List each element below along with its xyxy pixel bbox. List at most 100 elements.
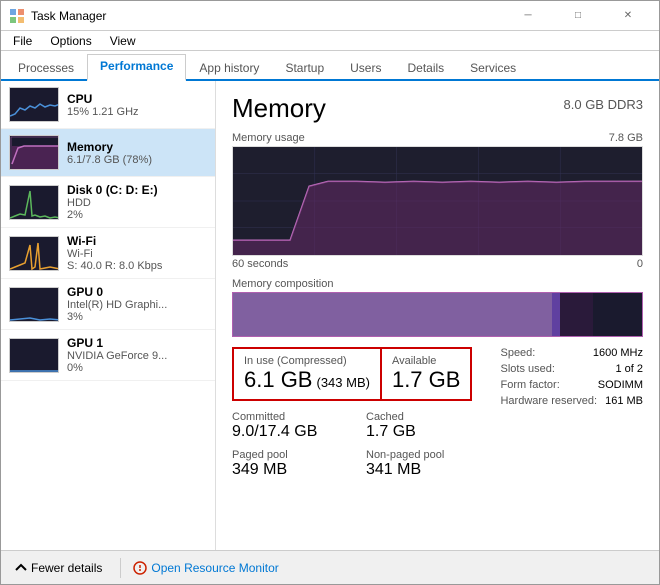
wifi-mini-chart xyxy=(9,236,59,271)
minimize-button[interactable]: ─ xyxy=(505,1,551,31)
disk-usage: 2% xyxy=(67,209,207,221)
comp-standby xyxy=(560,293,593,336)
tab-startup[interactable]: Startup xyxy=(272,56,337,81)
non-paged-pool-label: Non-paged pool xyxy=(366,449,492,461)
sidebar-item-wifi[interactable]: Wi-Fi Wi-Fi S: 40.0 R: 8.0 Kbps xyxy=(1,228,215,279)
memory-sidebar-info: Memory 6.1/7.8 GB (78%) xyxy=(67,140,207,166)
hw-reserved-label: Hardware reserved: xyxy=(500,395,597,407)
in-use-value: 6.1 GB xyxy=(244,367,312,393)
memory-usage-chart xyxy=(232,146,643,256)
title-bar-left: Task Manager xyxy=(9,8,106,24)
time-start: 60 seconds xyxy=(232,258,288,270)
title-bar: Task Manager ─ □ ✕ xyxy=(1,1,659,31)
window-title: Task Manager xyxy=(31,9,106,23)
composition-section: Memory composition xyxy=(232,278,643,337)
speed-label: Speed: xyxy=(500,347,535,359)
committed-stat: Committed 9.0/17.4 GB xyxy=(232,411,358,441)
right-stats-panel: Speed: 1600 MHz Slots used: 1 of 2 Form … xyxy=(500,347,643,411)
sidebar: CPU 15% 1.21 GHz Memory 6.1/7.8 GB (78 xyxy=(1,81,216,550)
app-icon xyxy=(9,8,25,24)
sidebar-item-memory[interactable]: Memory 6.1/7.8 GB (78%) xyxy=(1,129,215,177)
disk-sidebar-info: Disk 0 (C: D: E:) HDD 2% xyxy=(67,183,207,221)
form-value: SODIMM xyxy=(598,379,643,391)
cached-stat: Cached 1.7 GB xyxy=(366,411,492,441)
in-use-compressed: (343 MB) xyxy=(316,375,369,390)
detail-panel: Memory 8.0 GB DDR3 Memory usage 7.8 GB xyxy=(216,81,659,550)
tab-services[interactable]: Services xyxy=(457,56,529,81)
available-label: Available xyxy=(392,355,460,367)
stats-container: In use (Compressed) 6.1 GB (343 MB) Avai… xyxy=(232,347,643,401)
sidebar-item-gpu1[interactable]: GPU 1 NVIDIA GeForce 9... 0% xyxy=(1,330,215,381)
form-label: Form factor: xyxy=(500,379,559,391)
time-end: 0 xyxy=(637,258,643,270)
non-paged-pool-value: 341 MB xyxy=(366,461,492,479)
wifi-speed: S: 40.0 R: 8.0 Kbps xyxy=(67,260,207,272)
usage-chart-section: Memory usage 7.8 GB xyxy=(232,132,643,270)
paged-pool-value: 349 MB xyxy=(232,461,358,479)
cpu-subtitle: 15% 1.21 GHz xyxy=(67,106,207,118)
close-button[interactable]: ✕ xyxy=(605,1,651,31)
gpu1-mini-chart xyxy=(9,338,59,373)
detail-subtitle: 8.0 GB DDR3 xyxy=(564,97,643,112)
speed-row: Speed: 1600 MHz xyxy=(500,347,643,359)
menu-options[interactable]: Options xyxy=(42,32,99,50)
wifi-title: Wi-Fi xyxy=(67,234,207,248)
gpu0-subtitle: Intel(R) HD Graphi... xyxy=(67,299,207,311)
form-row: Form factor: SODIMM xyxy=(500,379,643,391)
paged-pool-stat: Paged pool 349 MB xyxy=(232,449,358,479)
hw-reserved-value: 161 MB xyxy=(605,395,643,407)
cached-label: Cached xyxy=(366,411,492,423)
tab-users[interactable]: Users xyxy=(337,56,394,81)
sidebar-item-cpu[interactable]: CPU 15% 1.21 GHz xyxy=(1,81,215,129)
sidebar-item-disk[interactable]: Disk 0 (C: D: E:) HDD 2% xyxy=(1,177,215,228)
slots-row: Slots used: 1 of 2 xyxy=(500,363,643,375)
paged-pool-label: Paged pool xyxy=(232,449,358,461)
menu-bar: File Options View xyxy=(1,31,659,51)
cpu-sidebar-info: CPU 15% 1.21 GHz xyxy=(67,92,207,118)
chart-max-label: 7.8 GB xyxy=(609,132,643,144)
committed-value: 9.0/17.4 GB xyxy=(232,423,358,441)
cached-value: 1.7 GB xyxy=(366,423,492,441)
lower-stats: Committed 9.0/17.4 GB Cached 1.7 GB Page… xyxy=(232,411,492,479)
speed-value: 1600 MHz xyxy=(593,347,643,359)
sidebar-item-gpu0[interactable]: GPU 0 Intel(R) HD Graphi... 3% xyxy=(1,279,215,330)
fewer-details-button[interactable]: Fewer details xyxy=(9,557,108,579)
open-monitor-label: Open Resource Monitor xyxy=(151,561,278,575)
slots-value: 1 of 2 xyxy=(615,363,643,375)
slots-label: Slots used: xyxy=(500,363,554,375)
committed-label: Committed xyxy=(232,411,358,423)
chart-label: Memory usage xyxy=(232,132,305,144)
composition-label: Memory composition xyxy=(232,278,643,290)
tab-app-history[interactable]: App history xyxy=(186,56,272,81)
memory-subtitle: 6.1/7.8 GB (78%) xyxy=(67,154,207,166)
task-manager-window: Task Manager ─ □ ✕ File Options View Pro… xyxy=(0,0,660,585)
tab-performance[interactable]: Performance xyxy=(87,54,186,81)
chevron-up-icon xyxy=(15,562,27,574)
fewer-details-label: Fewer details xyxy=(31,561,102,575)
detail-header: Memory 8.0 GB DDR3 xyxy=(232,93,643,124)
menu-view[interactable]: View xyxy=(102,32,144,50)
wifi-subtitle: Wi-Fi xyxy=(67,248,207,260)
detail-title: Memory xyxy=(232,93,326,124)
tab-bar: Processes Performance App history Startu… xyxy=(1,51,659,81)
gpu1-sidebar-info: GPU 1 NVIDIA GeForce 9... 0% xyxy=(67,336,207,374)
comp-modified xyxy=(552,293,560,336)
available-value: 1.7 GB xyxy=(392,367,460,393)
tab-processes[interactable]: Processes xyxy=(5,56,87,81)
disk-mini-chart xyxy=(9,185,59,220)
memory-mini-chart xyxy=(9,135,59,170)
comp-free xyxy=(593,293,642,336)
chart-time-row: 60 seconds 0 xyxy=(232,258,643,270)
open-resource-monitor-button[interactable]: Open Resource Monitor xyxy=(133,561,278,575)
in-use-box: In use (Compressed) 6.1 GB (343 MB) xyxy=(232,347,382,401)
main-content: CPU 15% 1.21 GHz Memory 6.1/7.8 GB (78 xyxy=(1,81,659,550)
menu-file[interactable]: File xyxy=(5,32,40,50)
maximize-button[interactable]: □ xyxy=(555,1,601,31)
non-paged-pool-stat: Non-paged pool 341 MB xyxy=(366,449,492,479)
hw-reserved-row: Hardware reserved: 161 MB xyxy=(500,395,643,407)
chart-label-row: Memory usage 7.8 GB xyxy=(232,132,643,144)
disk-title: Disk 0 (C: D: E:) xyxy=(67,183,207,197)
cpu-title: CPU xyxy=(67,92,207,106)
tab-details[interactable]: Details xyxy=(394,56,457,81)
highlighted-stats: In use (Compressed) 6.1 GB (343 MB) Avai… xyxy=(232,347,472,401)
